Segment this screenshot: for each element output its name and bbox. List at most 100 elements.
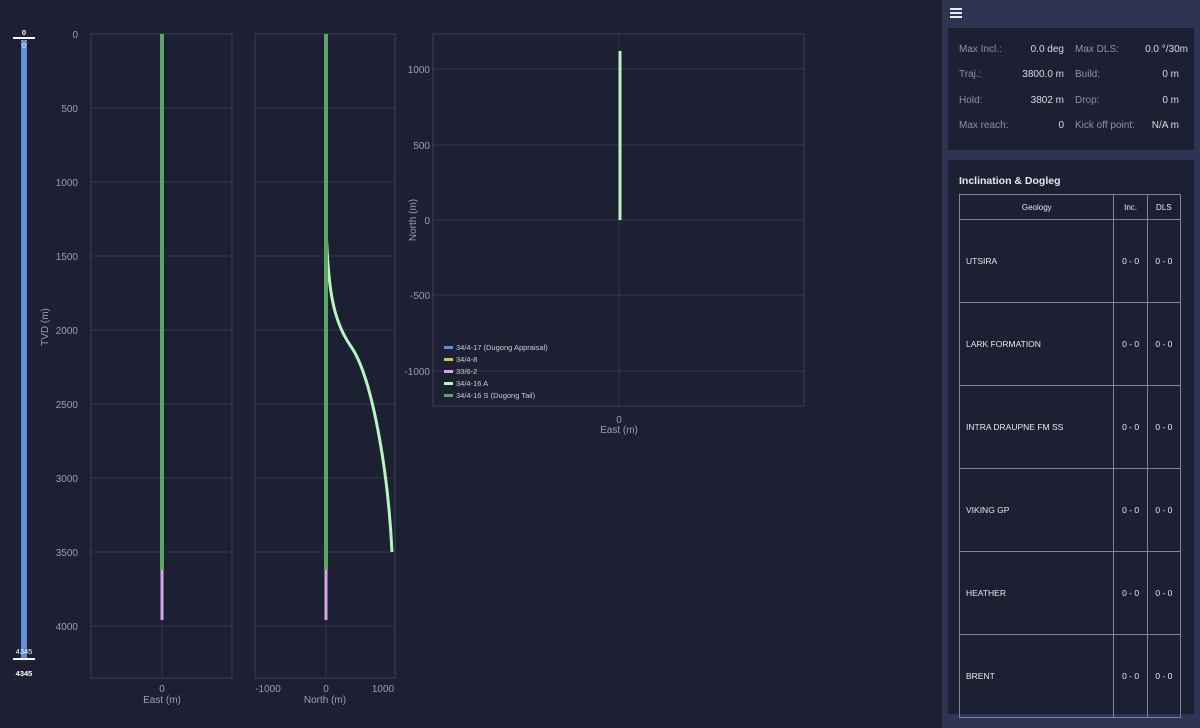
plots-area: 0 0 4345 4345 0 500 1000 1500 2000 2500 … [0,0,940,728]
legend-item[interactable]: 34/4-16 S (Dugong Tail) [444,391,536,400]
side-panel: Max Incl.: 0.0 deg Max DLS: 0.0 °/30m Tr… [942,0,1200,728]
depth-bottom-label: 4345 [16,647,33,656]
geology-name: UTSIRA [958,219,1115,303]
table-row[interactable]: BRENT 0 - 0 0 - 0 [958,634,1182,718]
depth-track[interactable]: 0 0 4345 4345 [13,28,35,678]
well-trace-34-4-16-a[interactable] [324,224,394,553]
dls-value: 0 - 0 [1146,302,1182,386]
depth-bottom-value: 4345 [16,669,33,678]
ytick: 4000 [56,622,79,633]
hold-label: Hold: [959,95,983,106]
geology-header[interactable]: Geology [958,194,1115,220]
xtick: 0 [323,684,329,695]
x-axis-label: East (m) [600,425,638,436]
dls-value: 0 - 0 [1146,468,1182,552]
depth-top-label: 0 [22,28,26,37]
inc-value: 0 - 0 [1113,219,1148,303]
legend-swatch [444,382,453,385]
geology-table: Geology Inc. DLS UTSIRA 0 - 0 0 - 0 LARK… [958,194,1182,718]
depth-top-value: 0 [22,41,26,50]
legend-item[interactable]: 33/6-2 [444,367,477,376]
dls-value: 0 - 0 [1146,385,1182,469]
legend-label: 34/4-17 (Dugong Appraisal) [456,343,548,352]
inc-value: 0 - 0 [1113,468,1148,552]
drop-value: 0 m [1162,95,1179,106]
tvd-north-plot[interactable]: -1000 0 1000 North (m) [254,33,396,706]
geology-name: INTRA DRAUPNE FM SS [958,385,1115,469]
ytick: 1500 [56,252,79,263]
ytick: -1000 [404,367,430,378]
dls-value: 0 - 0 [1146,634,1182,718]
x-axis-label: East (m) [143,695,181,706]
legend-item[interactable]: 34/4-16 A [444,379,488,388]
legend-item[interactable]: 34/4-17 (Dugong Appraisal) [444,343,548,352]
ytick: 3000 [56,474,79,485]
inc-value: 0 - 0 [1113,302,1148,386]
depth-track-bar [21,40,27,658]
y-axis-label: North (m) [408,199,419,241]
plan-view-plot[interactable]: 1000 500 0 -500 -1000 North (m) 0 East (… [404,33,805,436]
inc-value: 0 - 0 [1113,551,1148,635]
legend-label: 33/6-2 [456,367,477,376]
well-plots-svg: 0 0 4345 4345 0 500 1000 1500 2000 2500 … [13,28,805,706]
tvd-east-plot[interactable]: 0 500 1000 1500 2000 2500 3000 3500 4000… [40,30,233,706]
xtick: -1000 [255,684,281,695]
max-incl-label: Max Incl.: [959,44,1002,55]
y-axis-label: TVD (m) [40,308,51,346]
max-reach-value: 0 [1058,120,1064,131]
dls-value: 0 - 0 [1146,219,1182,303]
legend-swatch [444,394,453,397]
ytick: 0 [72,30,78,41]
ytick: -500 [410,291,430,302]
table-row[interactable]: LARK FORMATION 0 - 0 0 - 0 [958,302,1182,386]
ytick: 3500 [56,548,79,559]
inclination-dogleg-panel: Inclination & Dogleg Geology Inc. DLS UT… [948,160,1194,718]
inc-value: 0 - 0 [1113,385,1148,469]
legend-label: 34/4-16 A [456,379,488,388]
ytick: 1000 [408,65,431,76]
panel-title: Inclination & Dogleg [959,175,1061,187]
traj-value: 3800.0 m [1022,69,1064,80]
build-value: 0 m [1162,69,1179,80]
hold-value: 3802 m [1030,95,1064,106]
inc-value: 0 - 0 [1113,634,1148,718]
side-panel-toolbar [942,0,1200,26]
legend-label: 34/4-8 [456,355,477,364]
legend-label: 34/4-16 S (Dugong Tail) [456,391,536,400]
traj-label: Traj.: [959,69,982,80]
ytick: 2500 [56,400,79,411]
legend-swatch [444,370,453,373]
ytick: 0 [424,216,430,227]
xtick: 1000 [372,684,395,695]
inc-header[interactable]: Inc. [1113,194,1148,220]
max-incl-value: 0.0 deg [1030,44,1064,55]
kick-off-label: Kick off point: [1075,120,1135,131]
hamburger-menu-icon[interactable] [950,8,962,18]
max-reach-label: Max reach: [959,120,1009,131]
table-row[interactable]: VIKING GP 0 - 0 0 - 0 [958,468,1182,552]
geology-name: BRENT [958,634,1115,718]
kick-off-value: N/A m [1151,120,1179,131]
geology-name: LARK FORMATION [958,302,1115,386]
table-row[interactable]: HEATHER 0 - 0 0 - 0 [958,551,1182,635]
table-row[interactable]: UTSIRA 0 - 0 0 - 0 [958,219,1182,303]
ytick: 500 [413,141,430,152]
max-dls-value: 0.0 °/30m [1145,44,1188,55]
geology-name: VIKING GP [958,468,1115,552]
xtick: 0 [159,684,165,695]
dls-header[interactable]: DLS [1146,194,1182,220]
max-dls-label: Max DLS: [1075,44,1119,55]
legend-swatch [444,358,453,361]
ytick: 500 [61,104,78,115]
table-header-row: Geology Inc. DLS [958,194,1182,220]
table-row[interactable]: INTRA DRAUPNE FM SS 0 - 0 0 - 0 [958,385,1182,469]
drop-label: Drop: [1075,95,1100,106]
legend-swatch [444,346,453,349]
dls-value: 0 - 0 [1146,551,1182,635]
geology-name: HEATHER [958,551,1115,635]
ytick: 2000 [56,326,79,337]
build-label: Build: [1075,69,1101,80]
trajectory-stats: Max Incl.: 0.0 deg Max DLS: 0.0 °/30m Tr… [948,28,1194,150]
x-axis-label: North (m) [304,695,346,706]
legend-item[interactable]: 34/4-8 [444,355,477,364]
